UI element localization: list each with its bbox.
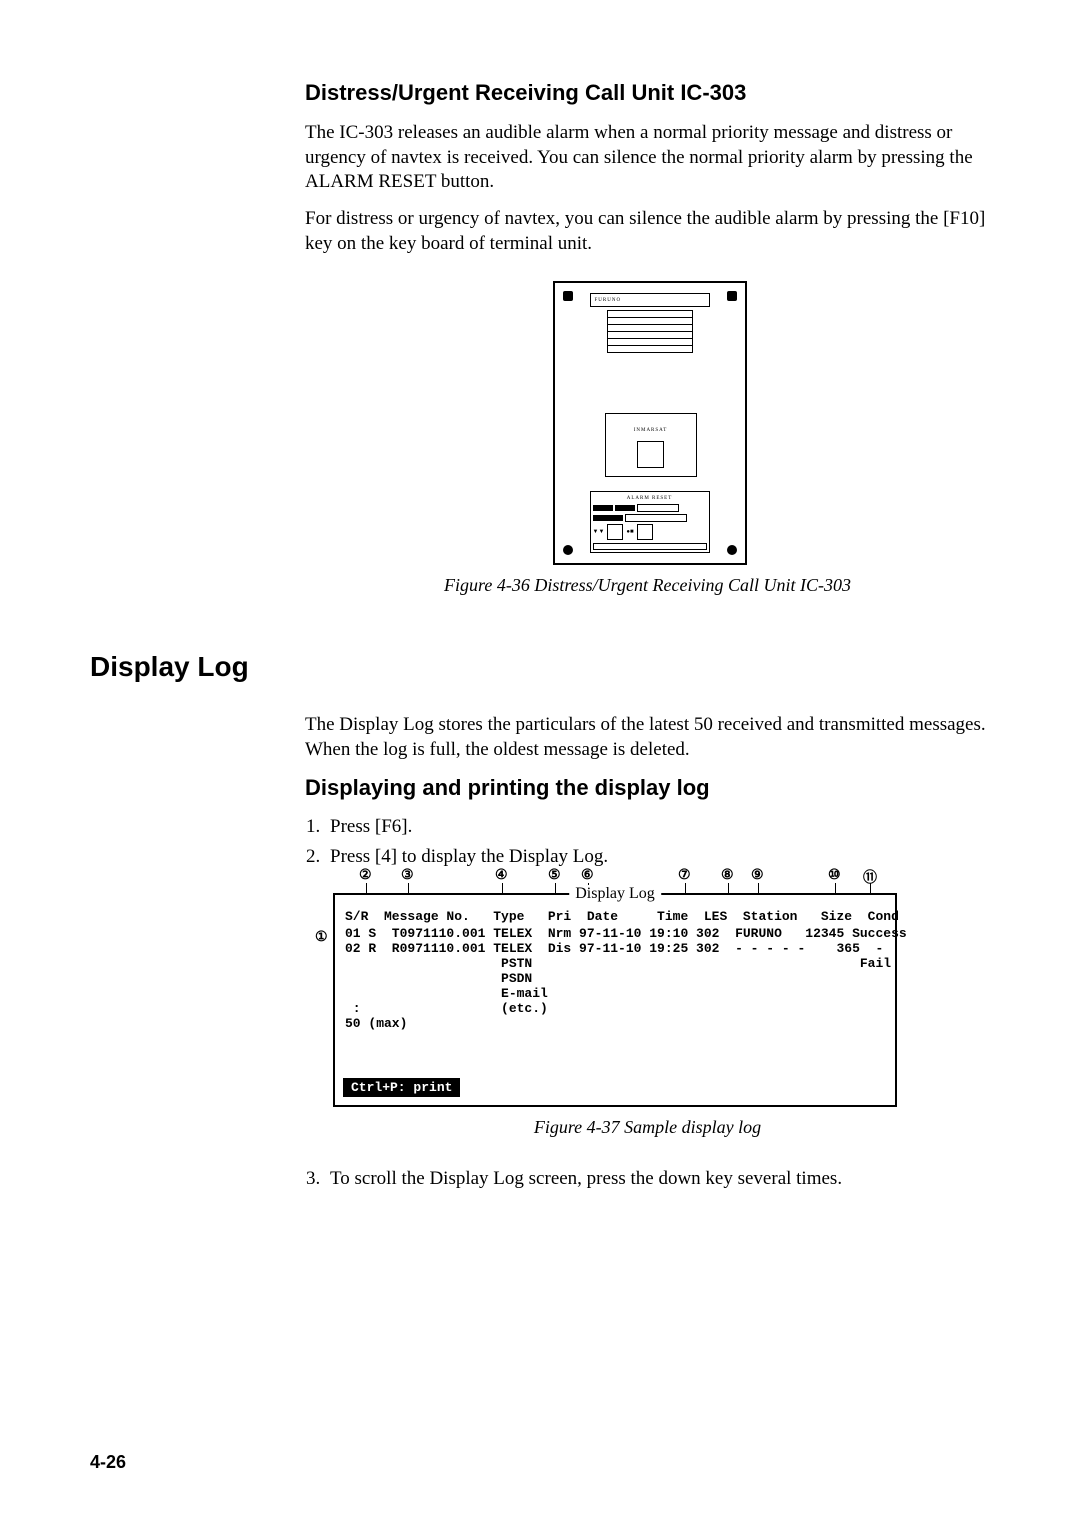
figure-caption: Figure 4-37 Sample display log — [534, 1117, 761, 1137]
list-item: Press [F6]. — [325, 816, 990, 838]
speaker-grille — [607, 310, 693, 353]
list-item: Press [4] to display the Display Log. — [325, 846, 990, 868]
log-row: 02 R R0971110.001 TELEX Dis 97-11-10 19:… — [345, 941, 885, 956]
log-row: 50 (max) — [345, 1016, 885, 1031]
step-list: To scroll the Display Log screen, press … — [305, 1168, 990, 1190]
bottom-label: ALARM RESET — [627, 496, 673, 501]
annotation-marker: ⑤ — [548, 867, 561, 884]
annotation-marker: ② — [359, 867, 372, 884]
speaker-panel: FURUNO — [590, 293, 710, 371]
dial-icon — [637, 524, 653, 540]
section-display-log: The Display Log stores the particulars o… — [305, 713, 990, 1189]
paragraph: The Display Log stores the particulars o… — [305, 713, 990, 762]
annotation-marker: ③ — [401, 867, 414, 884]
display-log-figure: ② ③ ④ ⑤ ⑥ ⑦ ⑧ ⑨ ⑩ ⑪ ① — [305, 893, 990, 1107]
mid-label: INMARSAT — [634, 428, 668, 433]
device-figure: FURUNO INMARSAT ALARM RESET — [553, 281, 743, 565]
log-row: PSTN Fail — [345, 956, 885, 971]
section-ic303: Distress/Urgent Receiving Call Unit IC-3… — [305, 80, 990, 596]
screw-icon — [727, 291, 737, 301]
log-row: 01 S T0971110.001 TELEX Nrm 97-11-10 19:… — [345, 926, 885, 941]
section-heading-display-log: Display Log — [90, 651, 990, 683]
control-panel: ALARM RESET ▼▼ ●■ — [590, 491, 710, 553]
log-row: E-mail — [345, 986, 885, 1001]
brand-bar: FURUNO — [590, 293, 710, 307]
screw-icon — [563, 291, 573, 301]
annotation-marker: ⑦ — [678, 867, 691, 884]
dial-icon — [607, 524, 623, 540]
paragraph: For distress or urgency of navtex, you c… — [305, 207, 990, 256]
page: Distress/Urgent Receiving Call Unit IC-3… — [0, 0, 1080, 1528]
figure-caption: Figure 4-36 Distress/Urgent Receiving Ca… — [444, 575, 851, 595]
annotation-row: ② ③ ④ ⑤ ⑥ ⑦ ⑧ ⑨ ⑩ ⑪ — [333, 867, 893, 887]
paragraph: The IC-303 releases an audible alarm whe… — [305, 121, 990, 195]
annotation-marker: ① — [315, 929, 328, 946]
annotation-marker: ⑧ — [721, 867, 734, 884]
device-front-panel: FURUNO INMARSAT ALARM RESET — [553, 281, 747, 565]
window-title: Display Log — [569, 885, 661, 903]
subsection-heading: Displaying and printing the display log — [305, 775, 990, 801]
annotation-marker: ⑩ — [828, 867, 841, 884]
screw-icon — [727, 545, 737, 555]
reset-panel: INMARSAT — [605, 413, 697, 477]
annotation-marker: ⑨ — [751, 867, 764, 884]
list-item: To scroll the Display Log screen, press … — [325, 1168, 990, 1190]
log-row: : (etc.) — [345, 1001, 885, 1016]
section-heading: Distress/Urgent Receiving Call Unit IC-3… — [305, 80, 990, 106]
log-row: PSDN — [345, 971, 885, 986]
brand-label: FURUNO — [595, 298, 622, 303]
display-log-window: Display Log S/R Message No. Type Pri Dat… — [333, 893, 897, 1107]
reset-button — [637, 441, 664, 468]
page-number: 4-26 — [90, 1452, 126, 1473]
step-list: Press [F6]. Press [4] to display the Dis… — [305, 816, 990, 868]
log-content: S/R Message No. Type Pri Date Time LES S… — [335, 895, 895, 1041]
screw-icon — [563, 545, 573, 555]
annotation-marker: ④ — [495, 867, 508, 884]
status-bar: Ctrl+P: print — [343, 1078, 460, 1097]
log-column-header: S/R Message No. Type Pri Date Time LES S… — [345, 909, 885, 924]
annotation-marker: ⑥ — [581, 867, 594, 884]
